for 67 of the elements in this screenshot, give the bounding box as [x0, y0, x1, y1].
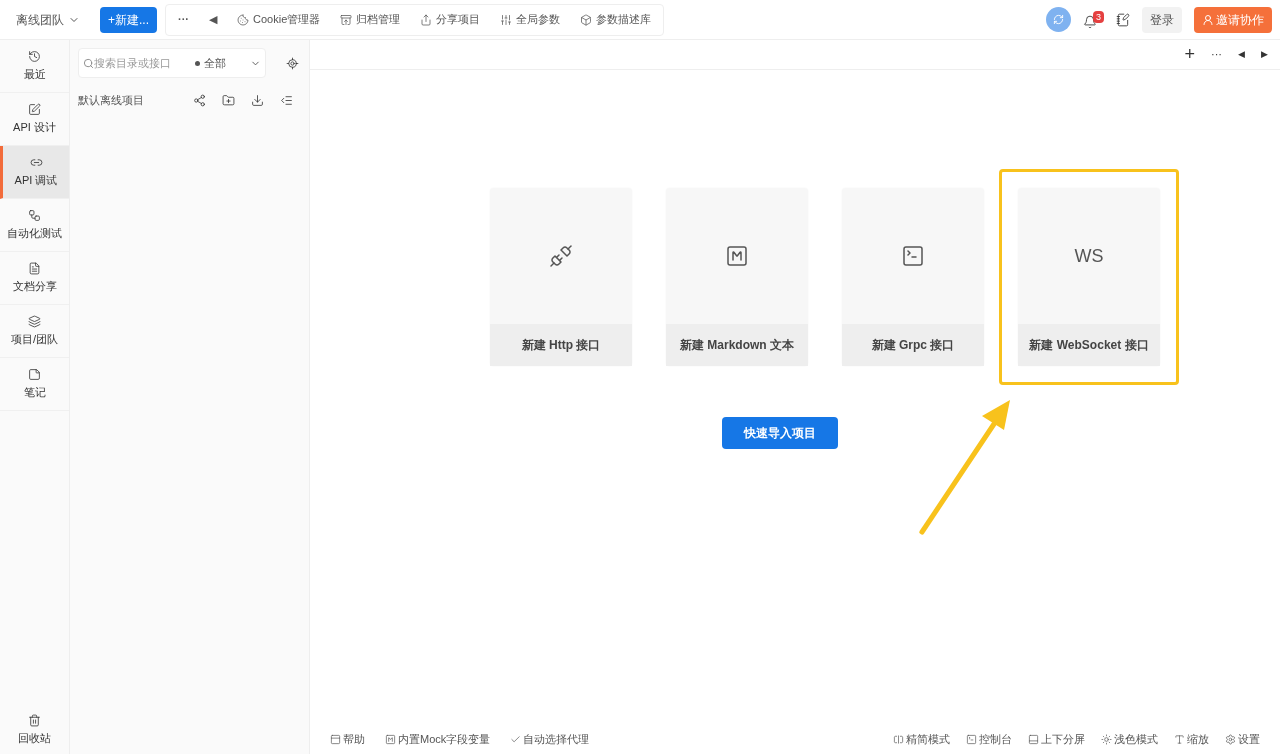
search-icon — [83, 57, 94, 69]
toolbar-button[interactable]: 全局参数 — [500, 11, 561, 28]
toolbar-button[interactable]: 归档管理 — [340, 11, 401, 28]
notification-badge: 3 — [1093, 10, 1104, 23]
cube-icon — [580, 13, 593, 26]
locate-icon[interactable] — [286, 56, 299, 70]
toolbar-button[interactable]: Cookie管理器 — [237, 11, 321, 28]
login-button[interactable]: 登录 — [1142, 6, 1182, 33]
add-tab-button[interactable]: + — [1184, 41, 1195, 68]
toolbar-button[interactable]: 参数描述库 — [580, 11, 652, 28]
archive-icon — [340, 13, 353, 26]
folder-plus-icon[interactable] — [222, 93, 235, 107]
markdown-icon — [725, 244, 749, 268]
sliders-icon — [500, 13, 513, 26]
footer-button[interactable]: 精简模式 — [893, 730, 950, 748]
create-card[interactable]: 新建 Grpc 接口 — [842, 188, 984, 366]
cookie-icon — [237, 13, 249, 26]
toolbar-button[interactable]: 分享项目 — [420, 11, 481, 28]
compact-icon — [893, 733, 904, 745]
next-button[interactable]: ▶ — [1261, 47, 1268, 62]
trash-icon — [28, 713, 41, 727]
notes-icon[interactable] — [1116, 12, 1130, 27]
previous-button[interactable]: ◀ — [1238, 47, 1245, 62]
footer-button[interactable]: 浅色模式 — [1101, 730, 1158, 748]
footer-button[interactable]: 控制台 — [966, 730, 1012, 748]
footer-button[interactable]: 内置Mock字段变量 — [385, 730, 491, 748]
edit-icon — [28, 102, 41, 116]
bell-icon[interactable] — [1083, 14, 1097, 29]
footer-button[interactable]: 缩放 — [1174, 730, 1209, 748]
history-icon — [28, 49, 41, 63]
share-icon — [420, 13, 433, 26]
search-field[interactable]: 搜索目录或接口 全部 — [78, 48, 266, 78]
collapse-button[interactable]: ◀ — [209, 11, 217, 28]
flow-icon — [28, 208, 41, 222]
console-icon — [966, 733, 977, 745]
filter-dropdown[interactable]: 全部 — [195, 54, 261, 72]
create-card[interactable]: 新建 Http 接口 — [490, 188, 632, 366]
plug-icon — [549, 244, 573, 268]
note-icon — [28, 367, 41, 381]
footer-button[interactable]: 设置 — [1225, 730, 1260, 748]
window-icon — [330, 733, 341, 745]
new-button[interactable]: +新建... — [100, 6, 157, 33]
stack-icon — [28, 314, 41, 328]
mock-icon — [385, 733, 396, 745]
sun-icon — [1101, 733, 1112, 745]
terminal-icon — [901, 244, 925, 268]
settings-icon — [1225, 733, 1236, 745]
text-size-icon — [1174, 733, 1185, 745]
share-icon[interactable] — [193, 93, 206, 107]
check-icon — [510, 733, 522, 745]
collapse-list-icon[interactable] — [280, 93, 293, 107]
more-button[interactable]: ··· — [178, 11, 189, 28]
nav-item[interactable]: 回收站 — [0, 713, 69, 746]
create-card[interactable]: WS 新建 WebSocket 接口 — [1018, 188, 1160, 366]
more-button[interactable]: ··· — [1211, 46, 1222, 63]
footer-button[interactable]: 上下分屏 — [1028, 730, 1085, 748]
import-button[interactable]: 快速导入项目 — [722, 417, 838, 449]
create-card[interactable]: 新建 Markdown 文本 — [666, 188, 808, 366]
split-icon — [1028, 733, 1039, 745]
team-selector[interactable]: 离线团队 — [8, 10, 88, 29]
nav-item[interactable]: API 调试 — [0, 146, 69, 199]
project-name[interactable]: 默认离线项目 — [78, 92, 144, 109]
footer-button[interactable]: 帮助 — [330, 730, 365, 748]
user-icon — [1202, 13, 1214, 26]
footer-button[interactable]: 自动选择代理 — [510, 730, 590, 748]
download-icon[interactable] — [251, 93, 264, 107]
document-icon — [28, 261, 41, 275]
